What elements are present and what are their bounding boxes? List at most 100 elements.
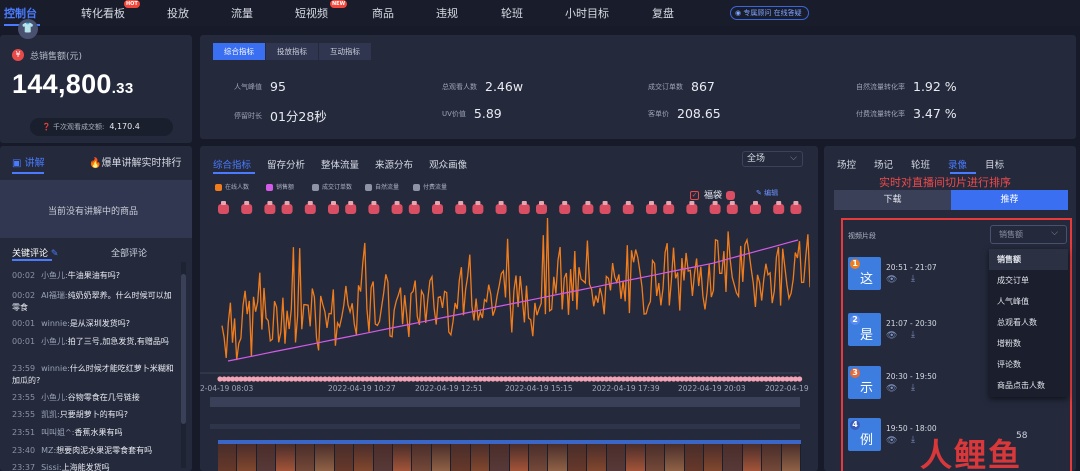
- sort-select[interactable]: 销售额: [990, 225, 1067, 244]
- comment-user[interactable]: MZ:: [41, 446, 56, 455]
- tab-explain[interactable]: ▣ 讲解: [12, 154, 45, 169]
- sort-option[interactable]: 评论数: [989, 354, 1068, 375]
- clip-thumbnail[interactable]: 3示: [848, 366, 881, 399]
- legend-item[interactable]: 付费流量: [413, 182, 447, 191]
- video-frame-thumb[interactable]: [529, 444, 548, 471]
- tab-notes[interactable]: 场记: [874, 157, 893, 171]
- recommend-button[interactable]: 推荐: [951, 190, 1068, 210]
- eye-icon[interactable]: 👁: [886, 436, 897, 446]
- tab-chart-overall[interactable]: 综合指标: [213, 157, 251, 171]
- lucky-bag-marker[interactable]: [750, 204, 761, 214]
- tab-target[interactable]: 目标: [985, 157, 1004, 171]
- video-frame-thumb[interactable]: [762, 444, 781, 471]
- nav-item-6[interactable]: 违规: [436, 5, 458, 21]
- sort-option[interactable]: 成交订单: [989, 270, 1068, 291]
- comment-user[interactable]: 叫叫姐^:: [41, 428, 74, 437]
- legend-item[interactable]: 自然流量: [365, 182, 399, 191]
- nav-item-0[interactable]: 控制台: [4, 5, 37, 21]
- video-frame-thumb[interactable]: [509, 444, 528, 471]
- comment-user[interactable]: 凯凯:: [41, 410, 60, 419]
- video-frame-thumb[interactable]: [295, 444, 315, 471]
- tab-source[interactable]: 来源分布: [375, 157, 413, 171]
- lucky-bag-marker[interactable]: [472, 204, 484, 214]
- lucky-bag-marker[interactable]: [281, 204, 293, 214]
- nav-item-3[interactable]: 流量: [231, 5, 253, 21]
- nav-item-7[interactable]: 轮班: [501, 5, 523, 21]
- video-frame-thumb[interactable]: [392, 444, 412, 471]
- legend-item[interactable]: 成交订单数: [312, 182, 352, 191]
- video-frame-thumb[interactable]: [218, 444, 237, 471]
- lucky-bag-marker[interactable]: [345, 204, 357, 214]
- nav-item-9[interactable]: 复盘: [652, 5, 674, 21]
- lucky-bag-marker[interactable]: [304, 204, 316, 214]
- clip-thumbnail[interactable]: 1这: [848, 257, 881, 290]
- tab-all-comments[interactable]: 全部评论: [111, 246, 147, 259]
- edit-button[interactable]: ✎ 编辑: [756, 188, 778, 198]
- video-frame-thumb[interactable]: [256, 444, 276, 471]
- tab-retention[interactable]: 留存分析: [267, 157, 305, 171]
- download-button[interactable]: 下载: [834, 190, 951, 210]
- download-icon[interactable]: ⤓: [911, 274, 915, 284]
- sort-option[interactable]: 销售额: [989, 249, 1068, 270]
- video-frame-thumb[interactable]: [567, 444, 587, 471]
- nav-item-8[interactable]: 小时目标: [565, 5, 609, 21]
- video-frame-thumb[interactable]: [354, 444, 373, 471]
- video-frame-thumb[interactable]: [373, 444, 392, 471]
- comment-user[interactable]: winnie:: [41, 364, 70, 373]
- comment-scroll-thumb[interactable]: [181, 274, 186, 424]
- sort-option[interactable]: 商品点击人数: [989, 375, 1068, 396]
- video-frame-thumb[interactable]: [548, 444, 567, 471]
- lucky-bag-marker[interactable]: [646, 204, 657, 214]
- lucky-bag-marker[interactable]: [582, 204, 594, 214]
- video-frame-thumb[interactable]: [451, 444, 470, 471]
- video-frame-thumb[interactable]: [723, 444, 742, 471]
- tab-ads[interactable]: 投放指标: [266, 43, 318, 60]
- lucky-bag-marker[interactable]: [241, 204, 253, 214]
- tab-interaction[interactable]: 互动指标: [319, 43, 371, 60]
- nav-item-5[interactable]: 商品: [372, 5, 394, 21]
- tab-audience[interactable]: 观众画像: [429, 157, 467, 171]
- slider-track[interactable]: [210, 424, 800, 429]
- eye-icon[interactable]: 👁: [886, 331, 897, 341]
- scope-select[interactable]: 全场: [742, 151, 803, 167]
- sort-option[interactable]: 人气峰值: [989, 291, 1068, 312]
- lucky-bag-marker[interactable]: [536, 204, 547, 214]
- download-icon[interactable]: ⤓: [911, 383, 915, 393]
- lucky-bag-marker[interactable]: [218, 204, 229, 214]
- clip-thumbnail[interactable]: 2是: [848, 313, 881, 346]
- tab-recording[interactable]: 录像: [948, 157, 967, 171]
- lucky-bag-marker[interactable]: [726, 204, 738, 214]
- consultant-button[interactable]: ◉ 专属顾问 在线答疑: [730, 6, 809, 20]
- lucky-bag-marker[interactable]: [391, 204, 403, 214]
- lucky-bag-marker[interactable]: [790, 204, 802, 214]
- video-frame-thumb[interactable]: [490, 444, 509, 471]
- lucky-bag-marker[interactable]: [455, 204, 467, 214]
- tab-control[interactable]: 场控: [837, 157, 856, 171]
- video-frame-thumb[interactable]: [665, 444, 684, 471]
- nav-item-1[interactable]: 转化看板: [81, 5, 125, 21]
- video-frame-thumb[interactable]: [742, 444, 762, 471]
- video-frame-thumb[interactable]: [334, 444, 354, 471]
- comment-user[interactable]: AI福瑞:: [41, 291, 68, 300]
- lucky-bag-marker[interactable]: [495, 204, 507, 214]
- comment-user[interactable]: Sissi:: [41, 463, 62, 471]
- video-frame-thumb[interactable]: [606, 444, 626, 471]
- lucky-bag-marker[interactable]: [264, 204, 276, 214]
- video-frame-thumb[interactable]: [315, 444, 334, 471]
- tab-shift[interactable]: 轮班: [911, 157, 930, 171]
- lucky-bag-marker[interactable]: [686, 204, 698, 214]
- video-frame-thumb[interactable]: [781, 444, 801, 471]
- video-frame-thumb[interactable]: [470, 444, 490, 471]
- video-frame-thumb[interactable]: [587, 444, 606, 471]
- sort-option[interactable]: 总观看人数: [989, 312, 1068, 333]
- zoom-slider[interactable]: [210, 397, 800, 407]
- video-frame-thumb[interactable]: [684, 444, 703, 471]
- lucky-bag-marker[interactable]: [432, 204, 443, 214]
- video-frame-thumb[interactable]: [645, 444, 665, 471]
- lucky-bag-marker[interactable]: [328, 204, 339, 214]
- tab-hot-rank[interactable]: 🔥爆单讲解实时排行: [89, 154, 181, 169]
- video-frame-thumb[interactable]: [412, 444, 431, 471]
- legend-item[interactable]: 销售额: [266, 182, 294, 191]
- video-frame-thumb[interactable]: [703, 444, 723, 471]
- eye-icon[interactable]: 👁: [886, 384, 897, 394]
